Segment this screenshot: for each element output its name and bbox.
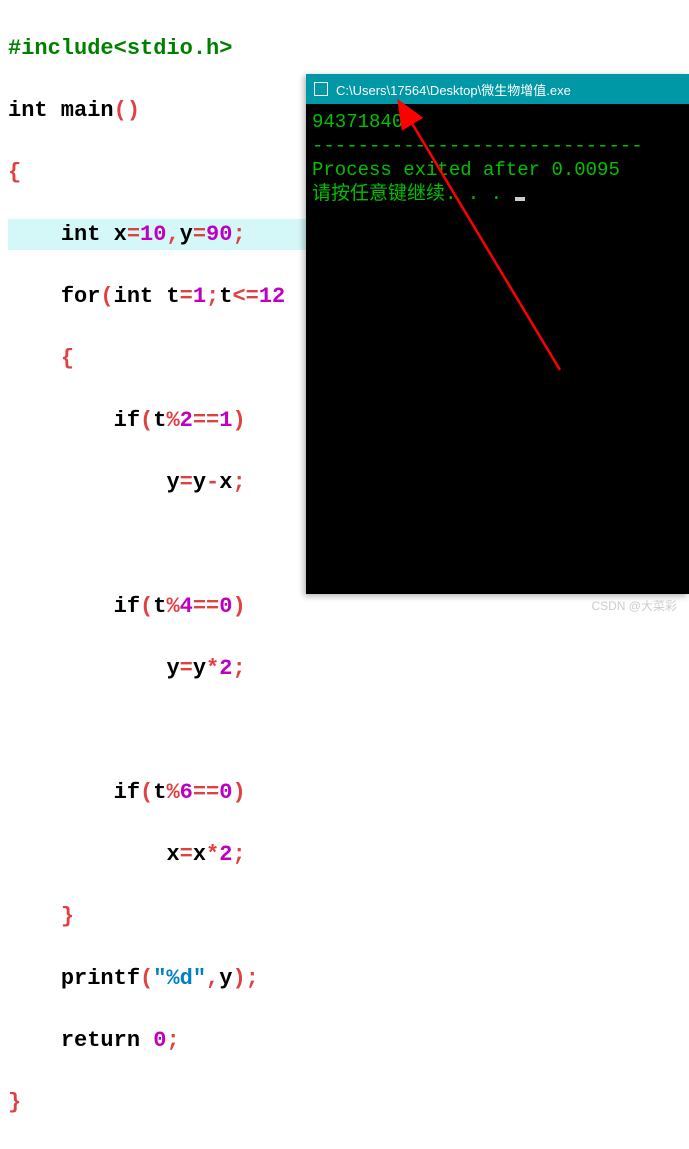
preprocessor: #include<stdio.h> xyxy=(8,36,232,61)
press-any-key: 请按任意键继续. . . xyxy=(312,183,513,205)
watermark: CSDN @大菜彩 xyxy=(591,597,677,614)
program-output: 94371840 xyxy=(312,111,403,133)
console-body[interactable]: 94371840 ----------------------------- P… xyxy=(306,104,689,594)
console-window[interactable]: C:\Users\17564\Desktop\微生物增值.exe 9437184… xyxy=(306,74,689,594)
separator-line: ----------------------------- xyxy=(312,135,643,157)
console-title: C:\Users\17564\Desktop\微生物增值.exe xyxy=(336,80,571,99)
console-app-icon xyxy=(314,82,328,96)
console-titlebar[interactable]: C:\Users\17564\Desktop\微生物增值.exe xyxy=(306,74,689,104)
exit-message: Process exited after 0.0095 xyxy=(312,159,620,181)
cursor-icon xyxy=(515,197,525,201)
